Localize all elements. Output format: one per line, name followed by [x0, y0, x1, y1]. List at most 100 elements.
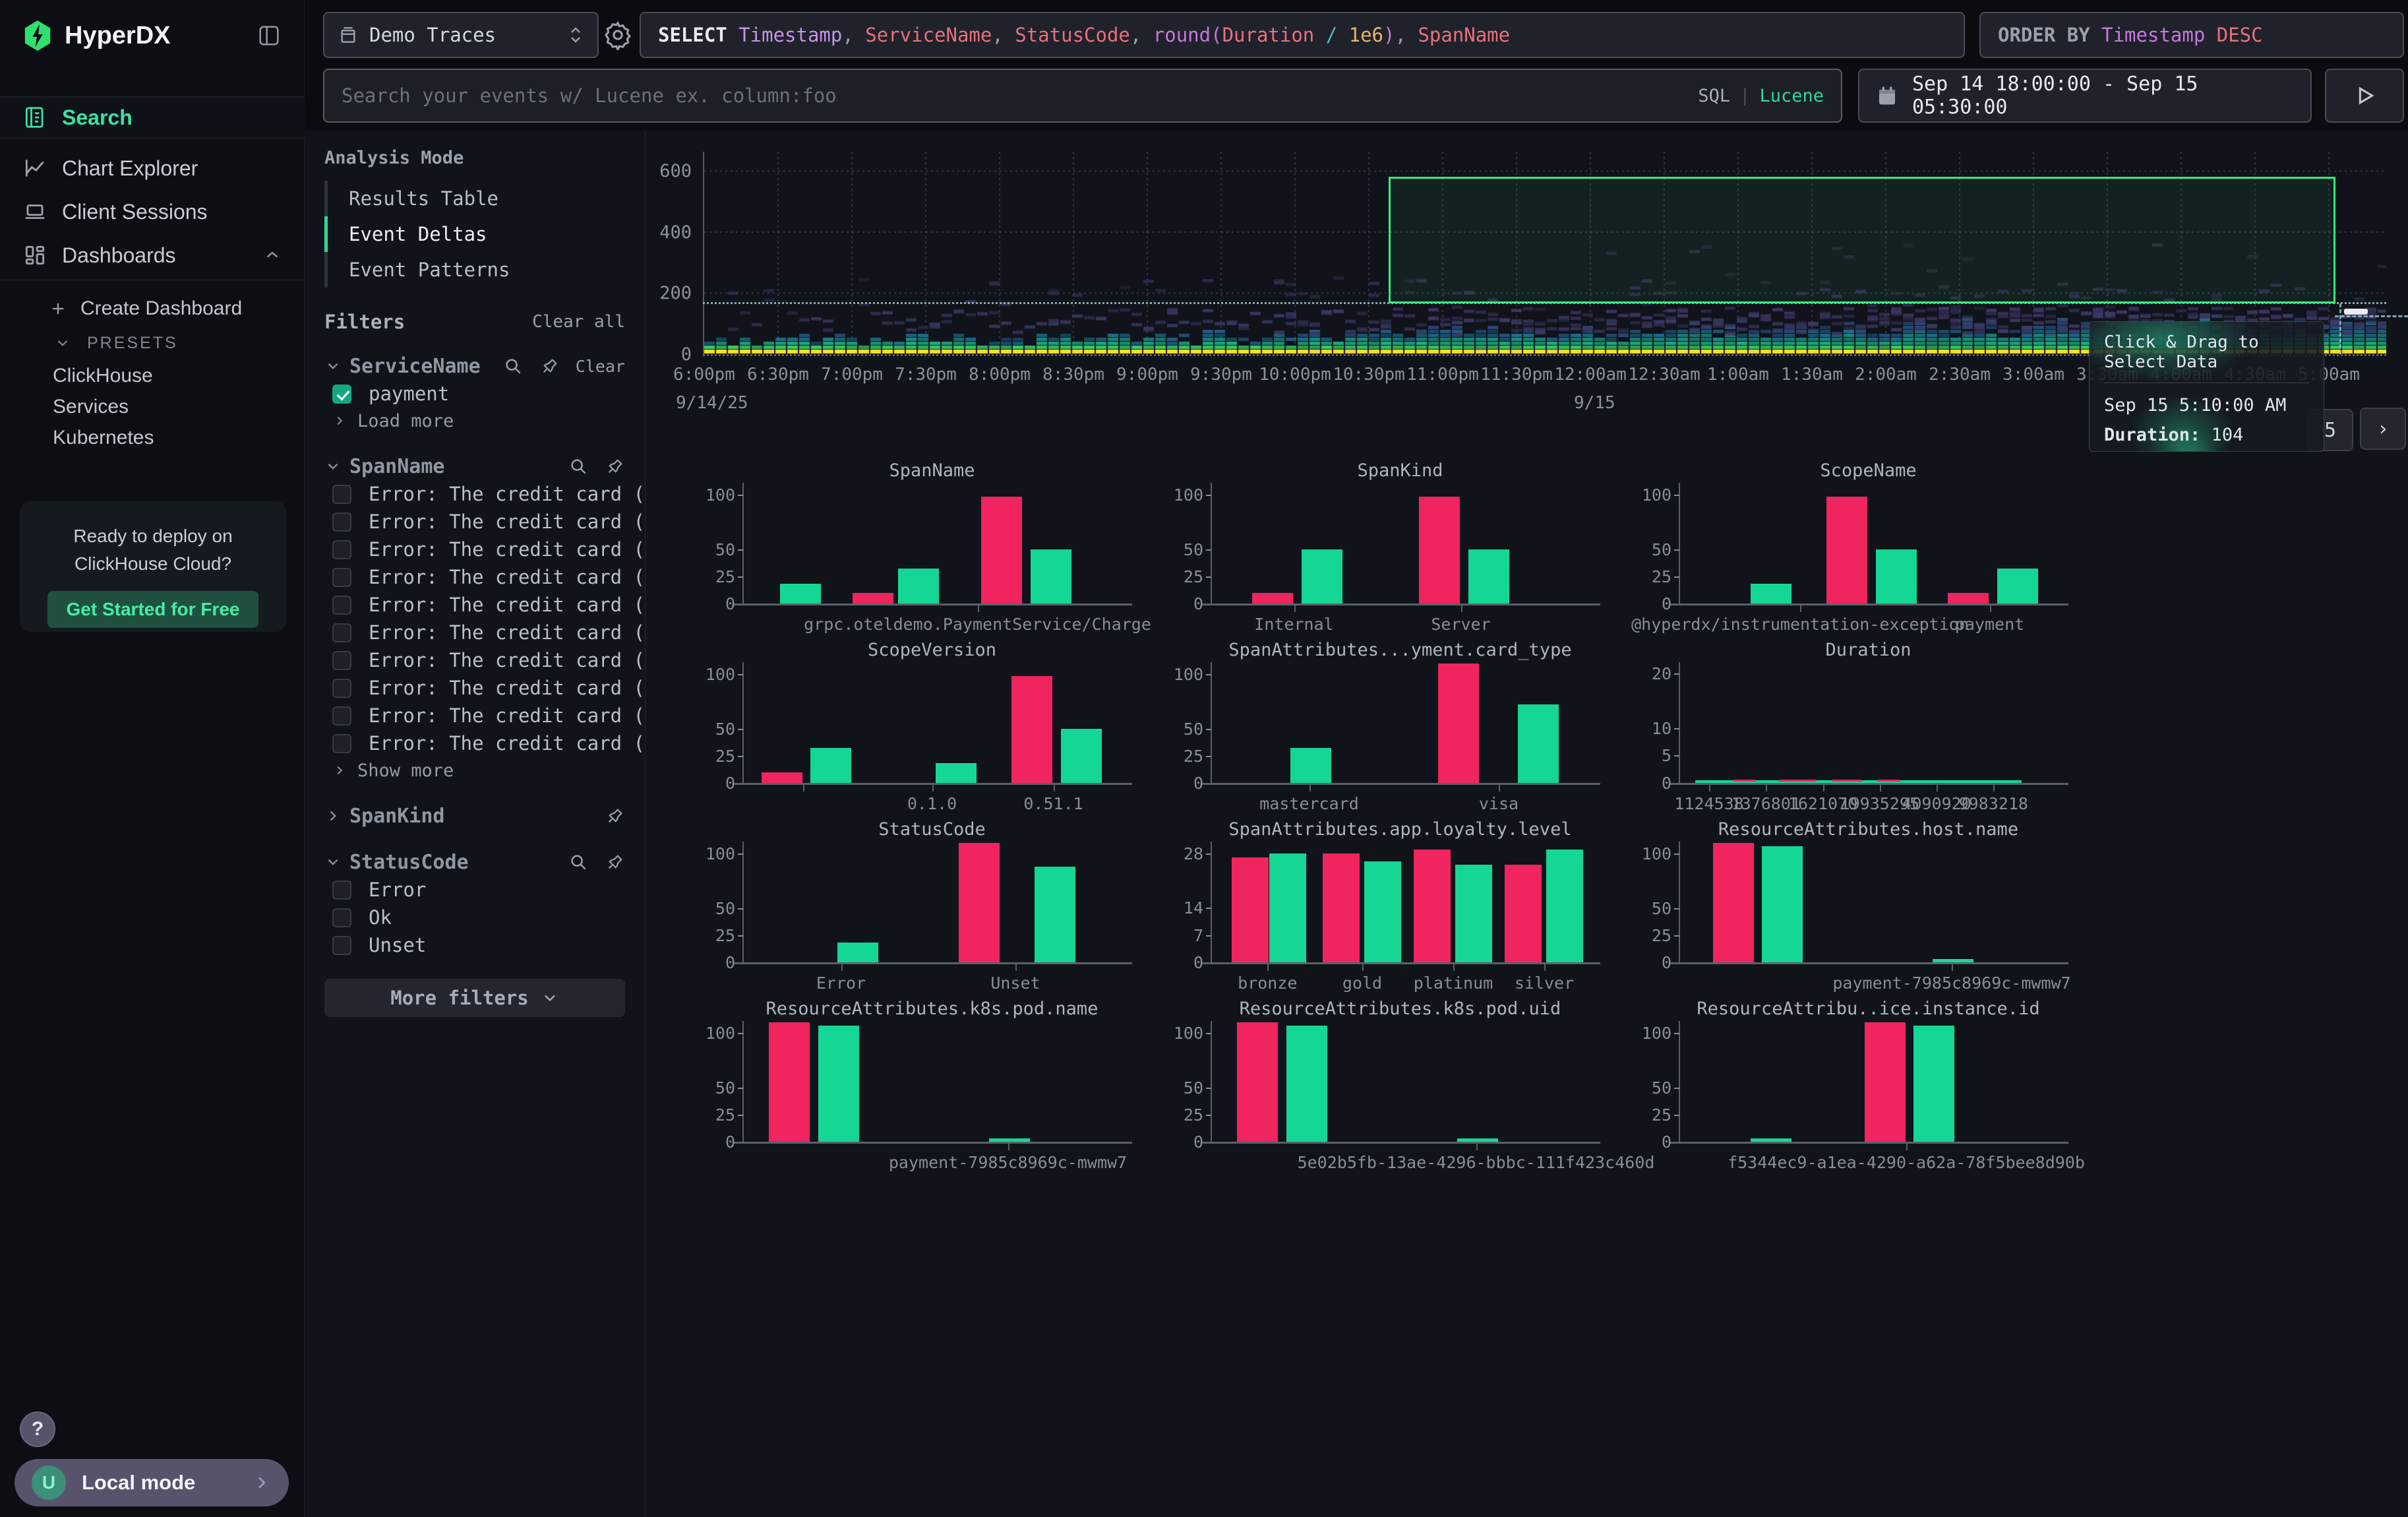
checkbox-unchecked[interactable]	[332, 651, 351, 670]
sidebar-item-search[interactable]: Search	[0, 97, 305, 138]
get-started-button[interactable]: Get Started for Free	[47, 591, 258, 628]
filter-option-row[interactable]: Error: The credit card (…	[324, 563, 625, 591]
bar-red	[981, 497, 1022, 604]
filter-group-header-spanname[interactable]: SpanName	[324, 452, 625, 480]
analysis-mode-option-event-deltas[interactable]: Event Deltas	[324, 216, 625, 252]
filter-group-header-spankind[interactable]: SpanKind	[324, 802, 625, 830]
filter-option-row[interactable]: payment	[324, 380, 625, 408]
mini-chart-resourceattributes-k8s-pod-name: ResourceAttributes.k8s.pod.name02550100p…	[686, 993, 1155, 1173]
checkbox-unchecked[interactable]	[332, 734, 351, 753]
pin-icon[interactable]	[605, 852, 625, 872]
mini-y-tick-label: 0	[1623, 774, 1671, 793]
clear-all-button[interactable]: Clear all	[532, 312, 625, 332]
filter-option-row[interactable]: Error: The credit card (…	[324, 619, 625, 646]
checkbox-unchecked[interactable]	[332, 679, 351, 698]
sidebar-item-services[interactable]: Services	[0, 391, 305, 423]
order-by-input[interactable]: ORDER BY Timestamp DESC	[1979, 12, 2404, 58]
search-icon[interactable]	[568, 852, 588, 872]
pin-icon[interactable]	[540, 356, 560, 376]
time-range-picker[interactable]: Sep 14 18:00:00 - Sep 15 05:30:00	[1858, 69, 2312, 123]
filter-option-row[interactable]: Error: The credit card (…	[324, 591, 625, 619]
mini-chart-statuscode: StatusCode02550100ErrorUnset	[686, 814, 1155, 993]
next-page-button[interactable]: ›	[2360, 408, 2406, 450]
sidebar-item-dashboards[interactable]: Dashboards	[0, 235, 305, 276]
analysis-mode-option-results-table[interactable]: Results Table	[324, 181, 625, 216]
mini-y-tick-label: 0	[1623, 953, 1671, 972]
filter-option-row[interactable]: Error: The credit card (…	[324, 702, 625, 729]
sql-query-text: SELECT Timestamp, ServiceName, StatusCod…	[658, 24, 1510, 46]
checkbox-unchecked[interactable]	[332, 908, 351, 927]
create-dashboard-button[interactable]: Create Dashboard	[0, 293, 305, 325]
filter-option-row[interactable]: Ok	[324, 904, 625, 931]
sidebar-item-clickhouse[interactable]: ClickHouse	[0, 360, 305, 392]
checkbox-unchecked[interactable]	[332, 936, 351, 955]
database-icon	[338, 24, 359, 46]
main-x-tick-label: 8:30pm	[1042, 365, 1104, 385]
bar-red	[1323, 853, 1360, 962]
mini-x-tick-mark	[841, 964, 843, 971]
sidebar-item-client-sessions[interactable]: Client Sessions	[0, 191, 305, 232]
help-button[interactable]: ?	[20, 1411, 55, 1447]
sidebar-item-kubernetes[interactable]: Kubernetes	[0, 422, 305, 454]
run-query-button[interactable]	[2325, 69, 2404, 123]
search-icon[interactable]	[568, 456, 588, 476]
filter-group-header-servicename[interactable]: ServiceNameClear	[324, 352, 625, 380]
checkbox-unchecked[interactable]	[332, 596, 351, 615]
mini-y-tick-label: 0	[686, 594, 735, 613]
chevron-down-icon[interactable]	[324, 458, 342, 475]
mini-y-tick-label: 50	[686, 720, 735, 739]
checkbox-unchecked[interactable]	[332, 881, 351, 900]
filter-option-row[interactable]: Error: The credit card (…	[324, 646, 625, 674]
source-select[interactable]: Demo Traces	[323, 12, 599, 58]
mini-x-tick-mark	[1476, 1144, 1478, 1150]
analysis-mode-option-event-patterns[interactable]: Event Patterns	[324, 252, 625, 288]
sql-token: DESC	[2217, 24, 2263, 46]
sql-select-input[interactable]: SELECT Timestamp, ServiceName, StatusCod…	[640, 12, 1965, 58]
mini-y-tick-label: 100	[686, 485, 735, 505]
load-more-button[interactable]: Load more	[324, 408, 625, 434]
pin-icon[interactable]	[605, 456, 625, 476]
chevron-up-icon[interactable]	[262, 245, 282, 265]
filter-option-row[interactable]: Error: The credit card (…	[324, 536, 625, 563]
checkbox-unchecked[interactable]	[332, 706, 351, 726]
sidebar-collapse-icon[interactable]	[256, 22, 282, 49]
filter-option-row[interactable]: Error: The credit card (…	[324, 674, 625, 702]
mini-chart-plot	[742, 1021, 1122, 1142]
bar-green	[1269, 853, 1306, 962]
checkbox-checked[interactable]	[332, 385, 351, 404]
checkbox-unchecked[interactable]	[332, 485, 351, 504]
checkbox-unchecked[interactable]	[332, 623, 351, 642]
filter-option-row[interactable]: Error: The credit card (…	[324, 508, 625, 536]
bar-green	[1290, 748, 1331, 783]
chevron-down-icon[interactable]	[324, 853, 342, 871]
checkbox-unchecked[interactable]	[332, 512, 351, 532]
chevron-down-icon[interactable]	[324, 357, 342, 375]
filter-option-row[interactable]: Error	[324, 876, 625, 904]
search-input[interactable]: Search your events w/ Lucene ex. column:…	[323, 69, 1842, 123]
pin-icon[interactable]	[605, 806, 625, 826]
sql-token: ,	[1395, 24, 1418, 46]
filter-option-row[interactable]: Unset	[324, 931, 625, 959]
filter-group-clear-button[interactable]: Clear	[576, 357, 625, 376]
selection-box[interactable]	[1389, 177, 2335, 303]
filter-option-row[interactable]: Error: The credit card (…	[324, 480, 625, 508]
chevron-right-icon[interactable]	[324, 807, 342, 824]
mini-y-tick-mark	[1674, 576, 1679, 578]
filter-group-header-statuscode[interactable]: StatusCode	[324, 848, 625, 876]
filter-option-row[interactable]: Error: The credit card (…	[324, 729, 625, 757]
gear-icon[interactable]	[603, 20, 633, 50]
checkbox-unchecked[interactable]	[332, 540, 351, 559]
presets-toggle[interactable]: PRESETS	[0, 327, 305, 359]
mode-toggle-lucene[interactable]: Lucene	[1759, 86, 1824, 106]
mini-y-tick-mark	[1674, 1088, 1679, 1089]
mini-chart-plot	[1679, 842, 2058, 962]
more-filters-button[interactable]: More filters	[324, 979, 625, 1017]
search-icon[interactable]	[503, 356, 523, 376]
local-mode-button[interactable]: U Local mode	[15, 1459, 289, 1506]
show-more-button[interactable]: Show more	[324, 757, 625, 784]
checkbox-unchecked[interactable]	[332, 568, 351, 587]
sidebar-item-chart-explorer[interactable]: Chart Explorer	[0, 148, 305, 189]
play-icon	[2351, 82, 2378, 109]
mode-toggle-sql[interactable]: SQL	[1698, 86, 1730, 106]
mini-chart-spankind: SpanKind02550100InternalServer	[1155, 455, 1623, 635]
